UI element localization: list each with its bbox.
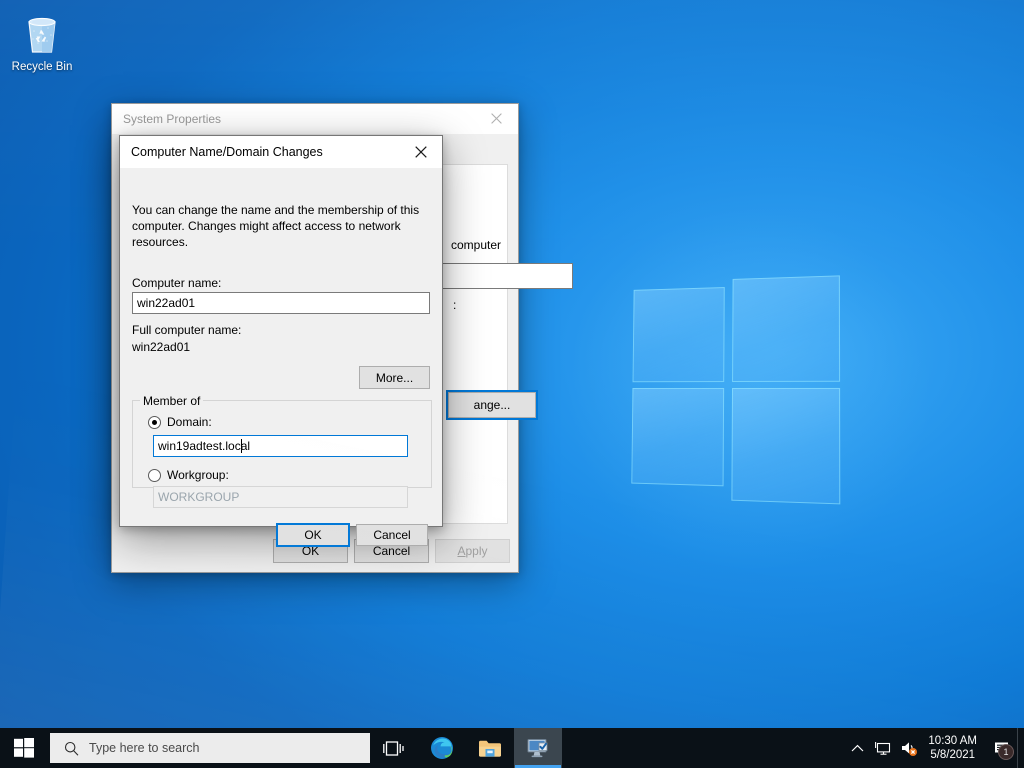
radio-dot-icon (148, 469, 161, 482)
workgroup-input[interactable] (153, 486, 408, 508)
full-computer-name-value: win22ad01 (132, 340, 190, 354)
search-placeholder-text: Type here to search (89, 741, 199, 755)
member-of-legend: Member of (140, 394, 203, 408)
file-explorer-icon (478, 738, 502, 759)
taskbar-item-file-explorer[interactable] (466, 728, 514, 768)
computer-name-label: Computer name: (132, 276, 221, 290)
dialog-body: You can change the name and the membersh… (120, 168, 442, 526)
recycle-bin-icon (18, 10, 66, 58)
full-computer-name-fragment: : (453, 298, 456, 312)
hero-pane-top-left (633, 287, 725, 382)
dialog-ok-button[interactable]: OK (277, 524, 349, 546)
hero-pane-bottom-right (731, 388, 840, 504)
computer-name-domain-changes-dialog[interactable]: Computer Name/Domain Changes You can cha… (119, 135, 443, 527)
system-tray[interactable] (844, 728, 922, 768)
taskbar-clock[interactable]: 10:30 AM 5/8/2021 (922, 728, 987, 768)
text-caret (241, 439, 242, 453)
start-button[interactable] (0, 728, 48, 768)
show-desktop-button[interactable] (1017, 728, 1024, 768)
hero-pane-top-right (732, 275, 840, 382)
network-icon[interactable] (870, 728, 896, 768)
change-button[interactable]: ange... (448, 392, 536, 418)
radio-dot-checked-icon (148, 416, 161, 429)
dialog-title: Computer Name/Domain Changes (131, 145, 323, 159)
taskbar[interactable]: Type here to search (0, 728, 1024, 768)
chevron-up-icon (851, 744, 864, 753)
desktop[interactable]: Recycle Bin System Properties computer :… (0, 0, 1024, 768)
task-view-icon (383, 739, 405, 758)
computer-description-input-fragment[interactable] (423, 263, 573, 289)
desktop-icon-recycle-bin[interactable]: Recycle Bin (4, 4, 80, 74)
close-glyph (415, 146, 427, 158)
taskbar-item-system-properties[interactable] (514, 728, 562, 768)
notification-center-button[interactable]: 1 (987, 728, 1017, 768)
system-properties-apply-button[interactable]: Apply (435, 539, 510, 563)
close-icon[interactable] (474, 104, 518, 133)
network-monitor-icon (875, 741, 892, 756)
domain-radio-label: Domain: (167, 415, 212, 429)
clock-time: 10:30 AM (928, 734, 977, 748)
hero-pane-bottom-left (631, 388, 724, 486)
show-hidden-icons-icon[interactable] (844, 728, 870, 768)
computer-description-text-fragment: computer (451, 238, 501, 252)
system-properties-title: System Properties (123, 112, 221, 126)
clock-date: 5/8/2021 (930, 748, 975, 762)
windows-hero-wallpaper-logo (631, 275, 840, 504)
workgroup-radio-label: Workgroup: (167, 468, 229, 482)
search-input[interactable]: Type here to search (50, 733, 370, 763)
notification-badge: 1 (998, 744, 1014, 760)
close-glyph (491, 113, 502, 124)
search-icon (64, 741, 79, 756)
volume-muted-icon[interactable] (896, 728, 922, 768)
taskbar-item-microsoft-edge[interactable] (418, 728, 466, 768)
full-computer-name-label: Full computer name: (132, 323, 241, 337)
speaker-muted-icon (900, 740, 918, 756)
windows-logo-icon (14, 738, 34, 758)
recycle-bin-label: Recycle Bin (4, 60, 80, 74)
dialog-titlebar[interactable]: Computer Name/Domain Changes (120, 136, 442, 168)
taskbar-item-task-view[interactable] (370, 728, 418, 768)
more-button[interactable]: More... (359, 366, 430, 389)
dialog-cancel-button[interactable]: Cancel (356, 524, 428, 546)
system-properties-titlebar[interactable]: System Properties (112, 104, 518, 134)
workgroup-radio-button[interactable]: Workgroup: (142, 468, 229, 482)
domain-radio-button[interactable]: Domain: (142, 415, 212, 429)
dialog-description: You can change the name and the membersh… (132, 202, 422, 250)
computer-name-input[interactable] (132, 292, 430, 314)
system-properties-icon (526, 737, 550, 759)
apply-accel-letter: A (457, 544, 465, 558)
microsoft-edge-icon (430, 736, 454, 760)
wallpaper-glow (560, 200, 940, 580)
apply-rest-letters: pply (466, 544, 488, 558)
domain-input[interactable] (153, 435, 408, 457)
close-icon[interactable] (400, 136, 442, 167)
